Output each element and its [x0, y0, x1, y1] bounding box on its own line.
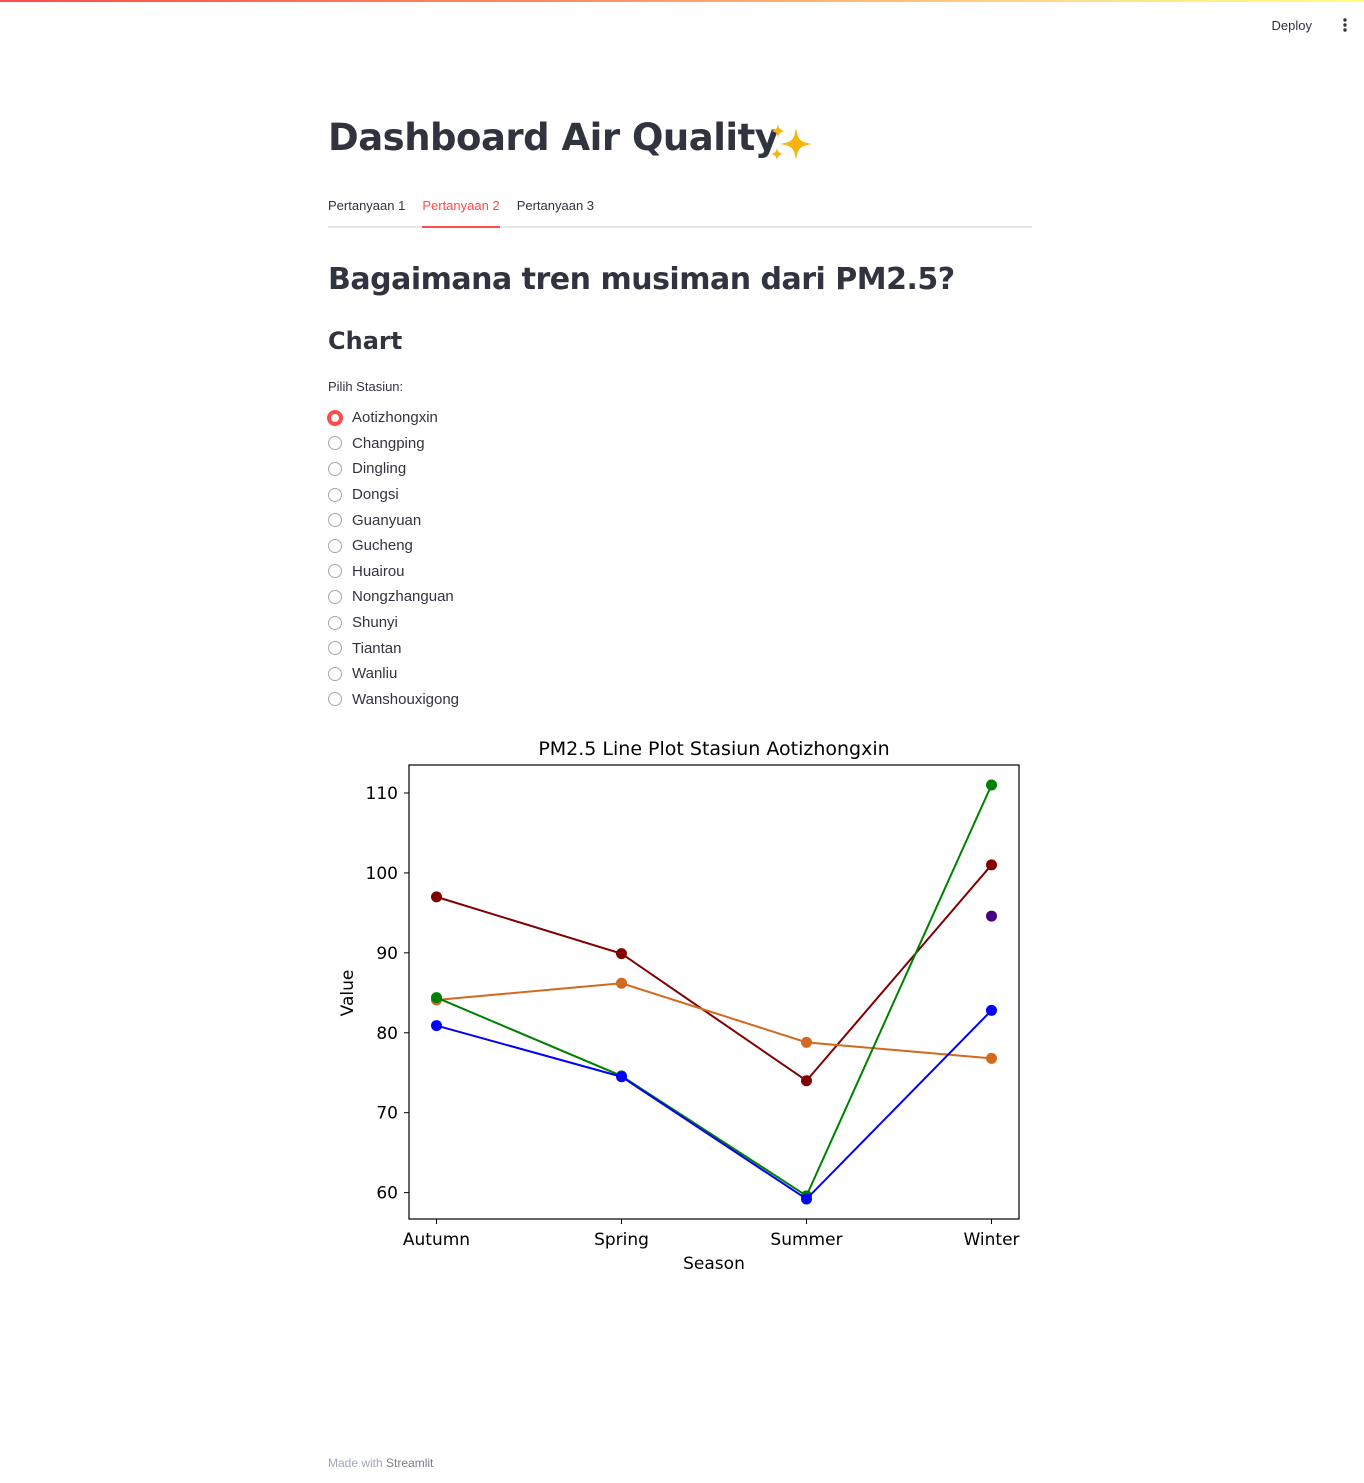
footer: Made with Streamlit [328, 1456, 433, 1470]
radio-button-icon[interactable] [328, 436, 342, 451]
y-tick-label: 90 [376, 944, 398, 964]
plot-frame [408, 764, 1020, 1220]
x-tick-label: Autumn [403, 1230, 470, 1250]
radio-option-label: Dongsi [352, 486, 399, 504]
radio-button-icon[interactable] [328, 538, 342, 553]
chart-title: PM2.5 Line Plot Stasiun Aotizhongxin [538, 738, 889, 760]
station-radio-shunyi[interactable]: Shunyi [328, 610, 459, 636]
data-point [986, 1052, 997, 1064]
station-radio-nongzhanguan[interactable]: Nongzhanguan [328, 584, 459, 610]
radio-button-icon[interactable] [328, 513, 342, 528]
data-point [616, 1071, 627, 1083]
radio-option-label: Guanyuan [352, 511, 422, 529]
data-point [801, 1075, 812, 1087]
y-tick-label: 100 [366, 864, 398, 884]
tab-pertanyaan-3[interactable]: Pertanyaan 3 [517, 192, 594, 220]
station-radio-label: Pilih Stasiun: [328, 379, 404, 394]
x-tick-label: Spring [594, 1230, 649, 1250]
station-radio-huairou[interactable]: Huairou [328, 559, 459, 585]
radio-option-label: Huairou [352, 562, 405, 580]
radio-option-label: Aotizhongxin [352, 409, 438, 427]
series-line-3 [436, 1009, 993, 1201]
tab-pertanyaan-2[interactable]: Pertanyaan 2 [422, 192, 500, 228]
kebab-vertical-icon[interactable] [1338, 15, 1352, 35]
footer-brand-link[interactable]: Streamlit [386, 1456, 433, 1470]
radio-button-icon[interactable] [328, 564, 342, 579]
y-tick-label: 70 [376, 1104, 398, 1124]
page-title: Dashboard Air Quality [328, 116, 779, 159]
station-radio-wanshouxigong[interactable]: Wanshouxigong [328, 687, 459, 713]
radio-button-icon[interactable] [328, 692, 342, 707]
data-point [986, 1004, 997, 1016]
station-radio-changping[interactable]: Changping [328, 431, 459, 457]
station-radio-wanliu[interactable]: Wanliu [328, 661, 459, 687]
radio-button-icon[interactable] [328, 641, 342, 656]
sparkles-icon [768, 120, 818, 166]
top-decoration-bar [0, 0, 1364, 2]
radio-button-icon[interactable] [327, 409, 343, 426]
radio-option-label: Wanliu [352, 665, 398, 683]
app-header: Deploy [1266, 12, 1352, 38]
station-radio-aotizhongxin[interactable]: Aotizhongxin [327, 405, 459, 431]
y-tick-label: 110 [366, 784, 398, 804]
data-point [431, 1020, 442, 1032]
y-axis-label: Value [338, 970, 358, 1017]
radio-option-label: Shunyi [352, 614, 398, 632]
data-point [431, 891, 442, 903]
station-radio-gucheng[interactable]: Gucheng [328, 533, 459, 559]
radio-button-icon[interactable] [328, 589, 342, 604]
data-point [986, 779, 997, 791]
radio-option-label: Tiantan [352, 639, 402, 657]
radio-button-icon[interactable] [328, 615, 342, 630]
radio-option-label: Changping [352, 434, 425, 452]
station-radio-tiantan[interactable]: Tiantan [328, 635, 459, 661]
data-point [986, 910, 997, 922]
tab-bar: Pertanyaan 1 Pertanyaan 2 Pertanyaan 3 [328, 192, 1032, 228]
data-point [801, 1193, 812, 1205]
tab-pertanyaan-1[interactable]: Pertanyaan 1 [328, 192, 405, 220]
data-point [616, 948, 627, 960]
data-point [616, 977, 627, 989]
radio-button-icon[interactable] [328, 461, 342, 476]
y-tick-label: 80 [376, 1024, 398, 1044]
station-radio-dongsi[interactable]: Dongsi [328, 482, 459, 508]
series-line-2 [436, 784, 993, 1198]
radio-option-label: Dingling [352, 460, 407, 478]
radio-option-label: Wanshouxigong [352, 690, 460, 708]
x-tick-label: Summer [770, 1230, 842, 1250]
radio-button-icon[interactable] [328, 487, 342, 502]
station-radio-guanyuan[interactable]: Guanyuan [328, 507, 459, 533]
section-heading: Bagaimana tren musiman dari PM2.5? [328, 262, 955, 297]
station-radio-group: Aotizhongxin Changping Dingling Dongsi Guany… [327, 405, 459, 713]
data-point [986, 859, 997, 871]
chart-subheading: Chart [328, 327, 403, 355]
footer-prefix: Made with [328, 1456, 383, 1470]
radio-option-label: Nongzhanguan [352, 588, 454, 606]
radio-button-icon[interactable] [328, 666, 342, 681]
station-radio-dingling[interactable]: Dingling [328, 456, 459, 482]
deploy-button[interactable]: Deploy [1266, 16, 1318, 35]
series-line-1 [436, 982, 992, 1060]
pm25-line-chart: PM2.5 Line Plot Stasiun Aotizhongxin Sea… [328, 730, 1038, 1282]
data-point [431, 992, 442, 1004]
x-axis-label: Season [683, 1254, 745, 1274]
y-tick-label: 60 [376, 1184, 398, 1204]
data-point [801, 1036, 812, 1048]
radio-option-label: Gucheng [352, 537, 413, 555]
x-tick-label: Winter [963, 1230, 1019, 1250]
